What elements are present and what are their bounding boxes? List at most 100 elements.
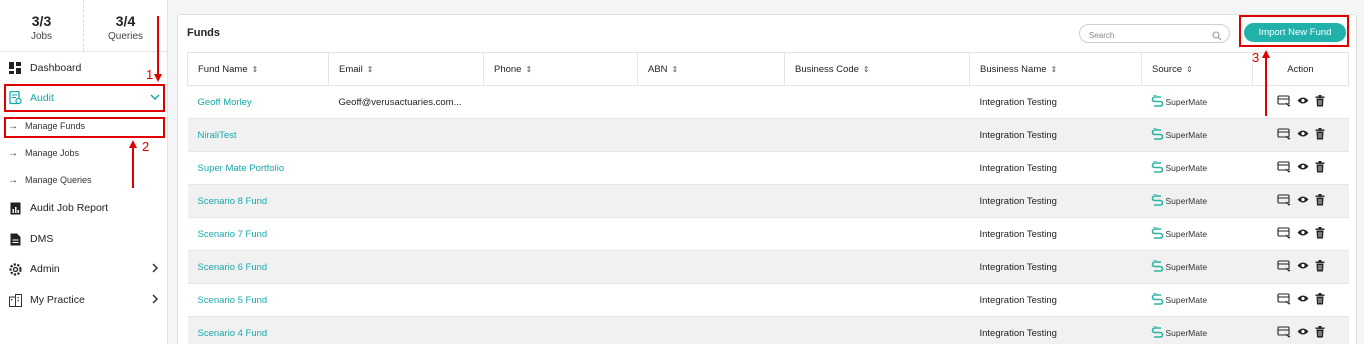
- import-new-fund-button[interactable]: Import New Fund: [1244, 23, 1346, 42]
- delete-trash-icon[interactable]: [1315, 259, 1325, 272]
- fund-name-link[interactable]: NiraliTest: [187, 118, 329, 152]
- sidebar-item-admin[interactable]: Admin: [0, 255, 168, 283]
- sort-icon[interactable]: ⇕: [672, 65, 679, 74]
- search-box[interactable]: [1079, 24, 1230, 46]
- edit-fund-icon[interactable]: [1276, 193, 1291, 206]
- table-row[interactable]: NiraliTest Integration Testing SuperMate: [187, 118, 1349, 152]
- delete-trash-icon[interactable]: [1315, 292, 1325, 305]
- table-row[interactable]: Scenario 8 Fund Integration Testing SuperM…: [187, 184, 1349, 218]
- business-name-cell: Integration Testing: [969, 151, 1142, 185]
- fund-name-link[interactable]: Geoff Morley: [187, 85, 329, 119]
- source-cell: SuperMate: [1141, 184, 1253, 218]
- fund-name-link[interactable]: Scenario 4 Fund: [187, 316, 329, 344]
- edit-fund-icon[interactable]: [1276, 259, 1291, 272]
- source-label: SuperMate: [1165, 130, 1208, 140]
- view-eye-icon[interactable]: [1297, 228, 1309, 237]
- chevron-right-icon: [150, 262, 160, 276]
- action-cell: [1252, 184, 1349, 218]
- column-label: Business Name: [980, 63, 1047, 75]
- email-cell: [328, 250, 484, 284]
- sidebar-item-dms[interactable]: DMS: [0, 225, 168, 253]
- sort-icon[interactable]: ⇕: [1186, 65, 1193, 74]
- annotation-arrow-3-line: [1265, 56, 1267, 116]
- column-header-fund-name[interactable]: Fund Name ⇕: [187, 52, 329, 86]
- business-code-cell: [784, 118, 970, 152]
- column-header-business-code[interactable]: Business Code ⇕: [784, 52, 970, 86]
- table-row[interactable]: Scenario 4 Fund Integration Testing SuperM…: [187, 316, 1349, 344]
- column-header-abn[interactable]: ABN ⇕: [637, 52, 785, 86]
- edit-fund-icon[interactable]: [1276, 94, 1291, 107]
- sidebar-item-audit-job-report[interactable]: Audit Job Report: [0, 194, 168, 222]
- supermate-logo-icon: [1150, 127, 1166, 144]
- sidebar-item-label: DMS: [30, 233, 54, 245]
- table-row[interactable]: Super Mate Portfolio Integration Testing S…: [187, 151, 1349, 185]
- queries-label: Queries: [107, 31, 143, 42]
- delete-trash-icon[interactable]: [1315, 160, 1325, 173]
- sidebar-subitem-manage-funds[interactable]: → Manage Funds: [0, 116, 168, 136]
- fund-name-link[interactable]: Scenario 8 Fund: [187, 184, 329, 218]
- delete-trash-icon[interactable]: [1315, 325, 1325, 338]
- sort-icon[interactable]: ⇕: [367, 65, 374, 74]
- column-header-business-name[interactable]: Business Name ⇕: [969, 52, 1142, 86]
- business-name-cell: Integration Testing: [969, 85, 1142, 119]
- document-icon: [8, 232, 22, 246]
- sidebar-item-my-practice[interactable]: My Practice: [0, 286, 168, 314]
- audit-icon: [8, 91, 22, 105]
- fund-name-link[interactable]: Scenario 7 Fund: [187, 217, 329, 251]
- table-row[interactable]: Geoff Morley Geoff@verusactuaries.com... I…: [187, 85, 1349, 119]
- jobs-stat[interactable]: 3/3 Jobs: [0, 0, 83, 51]
- business-name-cell: Integration Testing: [969, 283, 1142, 317]
- edit-fund-icon[interactable]: [1276, 226, 1291, 239]
- queries-stat[interactable]: 3/4 Queries: [83, 0, 167, 51]
- column-label: Action: [1287, 63, 1314, 75]
- view-eye-icon[interactable]: [1297, 294, 1309, 303]
- view-eye-icon[interactable]: [1297, 96, 1309, 105]
- table-row[interactable]: Scenario 6 Fund Integration Testing SuperM…: [187, 250, 1349, 284]
- view-eye-icon[interactable]: [1297, 129, 1309, 138]
- arrow-right-icon: →: [8, 120, 18, 132]
- fund-name-link[interactable]: Super Mate Portfolio: [187, 151, 329, 185]
- edit-fund-icon[interactable]: [1276, 292, 1291, 305]
- table-row[interactable]: Scenario 5 Fund Integration Testing SuperM…: [187, 283, 1349, 317]
- business-code-cell: [784, 316, 970, 344]
- table-row[interactable]: Scenario 7 Fund Integration Testing SuperM…: [187, 217, 1349, 251]
- sort-icon[interactable]: ⇕: [252, 65, 259, 74]
- sidebar-item-audit[interactable]: Audit: [0, 84, 168, 112]
- view-eye-icon[interactable]: [1297, 195, 1309, 204]
- fund-name-link[interactable]: Scenario 5 Fund: [187, 283, 329, 317]
- sort-icon[interactable]: ⇕: [863, 65, 870, 74]
- table-body: Geoff Morley Geoff@verusactuaries.com... I…: [187, 85, 1349, 344]
- column-header-email[interactable]: Email ⇕: [328, 52, 484, 86]
- edit-fund-icon[interactable]: [1276, 127, 1291, 140]
- delete-trash-icon[interactable]: [1315, 193, 1325, 206]
- fund-name-link[interactable]: Scenario 6 Fund: [187, 250, 329, 284]
- delete-trash-icon[interactable]: [1315, 226, 1325, 239]
- subitem-label: Manage Funds: [25, 121, 86, 131]
- sidebar-item-label: Admin: [30, 263, 60, 275]
- sidebar-item-dashboard[interactable]: Dashboard: [0, 54, 168, 82]
- sort-icon[interactable]: ⇕: [525, 65, 532, 74]
- delete-trash-icon[interactable]: [1315, 94, 1325, 107]
- view-eye-icon[interactable]: [1297, 261, 1309, 270]
- report-icon: [8, 201, 22, 215]
- column-header-phone[interactable]: Phone ⇕: [483, 52, 638, 86]
- annotation-arrow-1-line: [157, 16, 159, 76]
- funds-panel: Funds Import New Fund Fund Name⇕ Email⇕ …: [177, 14, 1357, 344]
- delete-trash-icon[interactable]: [1315, 127, 1325, 140]
- search-icon[interactable]: [1212, 28, 1222, 46]
- annotation-arrow-3-head: [1262, 50, 1270, 58]
- source-cell: SuperMate: [1141, 283, 1253, 317]
- view-eye-icon[interactable]: [1297, 162, 1309, 171]
- search-input[interactable]: [1080, 27, 1200, 44]
- annotation-step-1: 1: [146, 67, 154, 82]
- abn-cell: [637, 316, 785, 344]
- column-header-source[interactable]: Source ⇕: [1141, 52, 1253, 86]
- edit-fund-icon[interactable]: [1276, 160, 1291, 173]
- email-cell: [328, 316, 484, 344]
- sort-icon[interactable]: ⇕: [1051, 65, 1058, 74]
- supermate-logo-icon: [1150, 292, 1166, 309]
- action-cell: [1252, 151, 1349, 185]
- edit-fund-icon[interactable]: [1276, 325, 1291, 338]
- sidebar-subitem-manage-queries[interactable]: → Manage Queries: [0, 170, 168, 190]
- view-eye-icon[interactable]: [1297, 327, 1309, 336]
